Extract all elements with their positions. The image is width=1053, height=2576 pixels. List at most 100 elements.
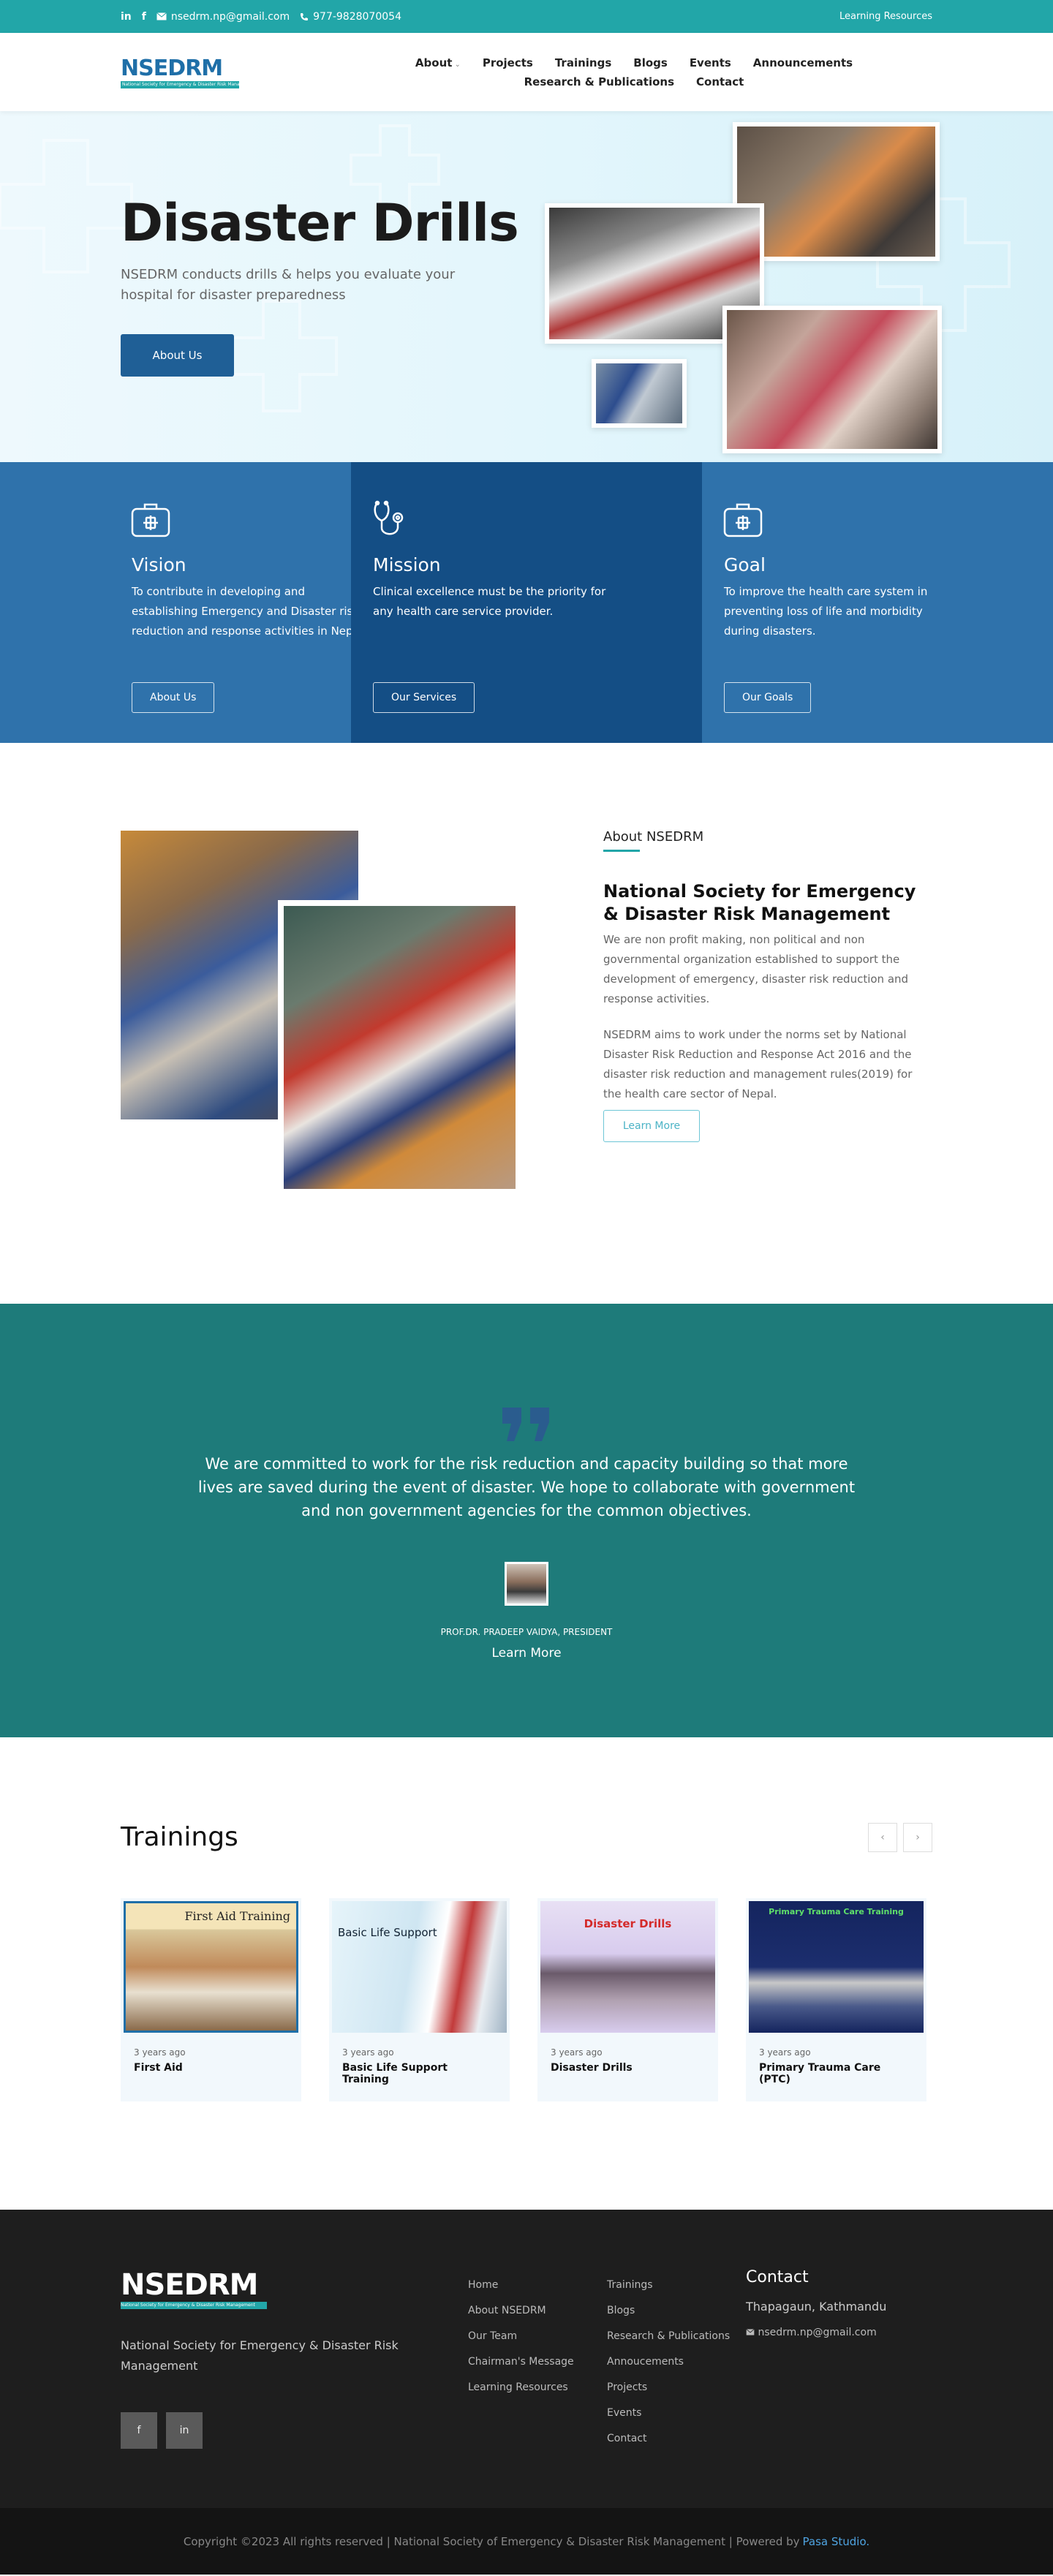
chevron-right-icon: › <box>916 1832 920 1843</box>
topbar-email[interactable]: nsedrm.np@gmail.com <box>156 11 290 23</box>
quote-section: We are committed to work for the risk re… <box>0 1304 1053 1737</box>
feature-mission-button[interactable]: Our Services <box>373 682 475 713</box>
footer-logo-wordmark: NSEDRM <box>121 2268 258 2302</box>
training-card[interactable]: First Aid Training 3 years ago First Aid <box>121 1898 301 2101</box>
carousel-prev-button[interactable]: ‹ <box>868 1823 897 1852</box>
feature-goal-title: Goal <box>724 554 766 575</box>
footer-link-events[interactable]: Events <box>607 2401 730 2426</box>
feature-goal: Goal To improve the health care system i… <box>702 462 1053 743</box>
nav-research-publications[interactable]: Research & Publications <box>524 75 674 88</box>
hero-about-button[interactable]: About Us <box>121 334 234 377</box>
quote-text: We are committed to work for the risk re… <box>197 1455 856 1519</box>
training-card-image-caption: Primary Trauma Care Training <box>769 1907 904 1916</box>
hero-photo-outdoor-drill <box>592 359 687 428</box>
footer-description: National Society for Emergency & Disaste… <box>121 2338 399 2373</box>
topbar-phone-text: 977-9828070054 <box>313 10 401 23</box>
learning-resources-link[interactable]: Learning Resources <box>839 11 932 22</box>
hero-title: Disaster Drills <box>121 193 519 253</box>
logo-tagline: National Society for Emergency & Disaste… <box>121 80 239 88</box>
footer-facebook-button[interactable]: f <box>121 2412 157 2449</box>
quote-author: PROF.DR. PRADEEP VAIDYA, PRESIDENT <box>440 1627 613 1637</box>
quote-mark-icon <box>502 1408 549 1441</box>
training-card-title[interactable]: Primary Trauma Care (PTC) <box>759 2062 913 2085</box>
training-card-image-caption: First Aid Training <box>184 1909 290 1923</box>
chevron-left-icon: ‹ <box>880 1832 885 1843</box>
footer-address: Thapagaun, Kathmandu <box>746 2300 887 2314</box>
footer-link-learning-resources[interactable]: Learning Resources <box>468 2375 574 2401</box>
training-card-date: 3 years ago <box>551 2047 603 2058</box>
about-section: About NSEDRM National Society for Emerge… <box>0 743 1053 1304</box>
nav-events[interactable]: Events <box>690 56 731 69</box>
feature-mission: Mission Clinical excellence must be the … <box>351 462 702 743</box>
envelope-icon <box>746 2329 755 2335</box>
features-section: Vision To contribute in developing and e… <box>0 462 1053 743</box>
feature-vision-text: To contribute in developing and establis… <box>132 585 363 638</box>
facebook-icon: f <box>137 2425 141 2436</box>
phone-icon <box>301 12 309 20</box>
about-title: National Society for Emergency & Disaste… <box>603 881 916 924</box>
footer-logo[interactable]: NSEDRM National Society for Emergency & … <box>121 2268 267 2312</box>
training-card-image-caption: Basic Life Support <box>338 1926 437 1939</box>
chevron-down-icon: ⌄ <box>454 60 461 69</box>
quote-learn-more-link[interactable]: Learn More <box>0 1646 1053 1661</box>
training-card-date: 3 years ago <box>759 2047 811 2058</box>
footer-link-home[interactable]: Home <box>468 2273 574 2298</box>
site-logo[interactable]: NSEDRM National Society for Emergency & … <box>121 55 239 90</box>
footer-email[interactable]: nsedrm.np@gmail.com <box>746 2327 886 2338</box>
nav-blogs[interactable]: Blogs <box>633 56 668 69</box>
training-card-title[interactable]: Basic Life Support Training <box>342 2062 497 2085</box>
training-card-image: Basic Life Support <box>332 1901 507 2033</box>
footer-linkedin-button[interactable]: in <box>166 2412 203 2449</box>
site-footer: NSEDRM National Society for Emergency & … <box>0 2210 1053 2508</box>
footer-link-our-team[interactable]: Our Team <box>468 2324 574 2349</box>
about-paragraph-1: We are non profit making, non political … <box>603 933 909 1005</box>
footer-link-about[interactable]: About NSEDRM <box>468 2298 574 2324</box>
footer-link-chairmans-message[interactable]: Chairman's Message <box>468 2349 574 2375</box>
envelope-icon <box>156 12 167 20</box>
first-aid-kit-icon <box>130 500 171 540</box>
carousel-next-button[interactable]: › <box>903 1823 932 1852</box>
facebook-icon[interactable]: f <box>142 11 146 23</box>
feature-vision-button[interactable]: About Us <box>132 682 215 713</box>
footer-link-projects[interactable]: Projects <box>607 2375 730 2401</box>
feature-goal-button[interactable]: Our Goals <box>724 682 812 713</box>
footer-social-links: f in <box>121 2412 203 2449</box>
footer-link-contact[interactable]: Contact <box>607 2426 730 2452</box>
site-header: NSEDRM National Society for Emergency & … <box>0 33 1053 111</box>
copyright-text: Copyright ©2023 All rights reserved | Na… <box>183 2534 800 2548</box>
trainings-card-list: First Aid Training 3 years ago First Aid… <box>121 1898 926 2101</box>
footer-links-col-2: Trainings Blogs Research & Publications … <box>607 2273 730 2452</box>
training-card[interactable]: Primary Trauma Care Training 3 years ago… <box>746 1898 926 2101</box>
training-card-title[interactable]: Disaster Drills <box>551 2062 705 2074</box>
powered-by-link[interactable]: Pasa Studio. <box>803 2535 870 2548</box>
feature-mission-text: Clinical excellence must be the priority… <box>373 585 606 618</box>
nav-about[interactable]: About ⌄ <box>415 56 461 69</box>
nav-projects[interactable]: Projects <box>483 56 533 69</box>
stethoscope-icon <box>371 500 412 540</box>
training-card-date: 3 years ago <box>342 2047 394 2058</box>
nav-about-label: About <box>415 56 453 69</box>
training-card[interactable]: Disaster Drills 3 years ago Disaster Dri… <box>537 1898 718 2101</box>
training-card-title[interactable]: First Aid <box>134 2062 288 2074</box>
footer-link-announcements[interactable]: Annoucements <box>607 2349 730 2375</box>
footer-contact: Contact Thapagaun, Kathmandu nsedrm.np@g… <box>746 2268 886 2338</box>
footer-link-research[interactable]: Research & Publications <box>607 2324 730 2349</box>
nav-announcements[interactable]: Announcements <box>753 56 853 69</box>
nav-contact[interactable]: Contact <box>696 75 744 88</box>
footer-link-blogs[interactable]: Blogs <box>607 2298 730 2324</box>
nav-trainings[interactable]: Trainings <box>555 56 611 69</box>
training-card-image: Primary Trauma Care Training <box>749 1901 924 2033</box>
topbar-phone[interactable]: 977-9828070054 <box>300 11 401 23</box>
linkedin-icon[interactable]: in <box>121 11 132 23</box>
footer-contact-title: Contact <box>746 2268 809 2286</box>
training-card[interactable]: Basic Life Support 3 years ago Basic Lif… <box>329 1898 510 2101</box>
feature-goal-text: To improve the health care system in pre… <box>724 585 928 638</box>
footer-logo-tagline: National Society for Emergency & Disaste… <box>121 2302 267 2309</box>
about-label-underline <box>603 850 640 852</box>
footer-link-trainings[interactable]: Trainings <box>607 2273 730 2298</box>
about-learn-more-button[interactable]: Learn More <box>603 1110 700 1142</box>
about-photo-outdoor-drill <box>278 900 516 1189</box>
about-paragraph-2: NSEDRM aims to work under the norms set … <box>603 1028 913 1100</box>
feature-vision-title: Vision <box>132 554 186 575</box>
hero-subtitle: NSEDRM conducts drills & helps you evalu… <box>121 267 456 303</box>
